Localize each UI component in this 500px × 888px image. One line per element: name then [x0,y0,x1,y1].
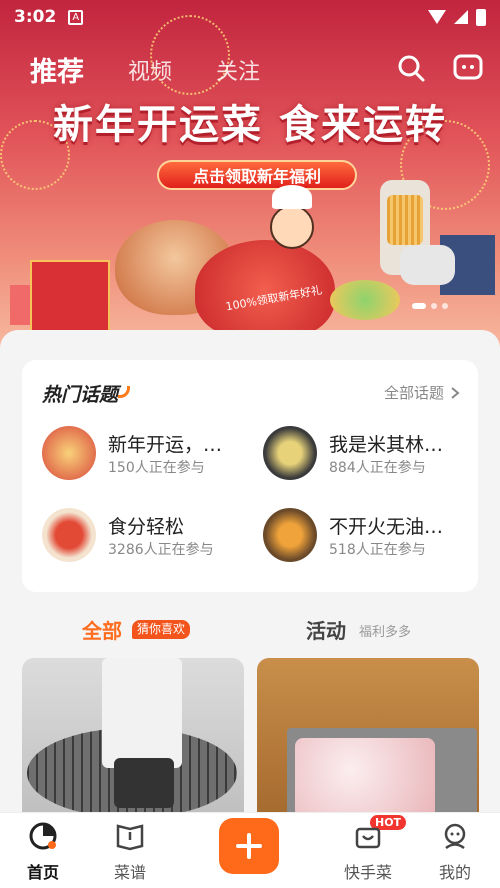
topic-name: 不开火无油… [329,516,444,538]
topic-count: 518人正在参与 [329,542,426,558]
hot-topics-card: 热门话题 全部话题 新年开运，… 150人正在参与 我是米其林… 884人正在参… [22,360,478,592]
nav-quick-dishes-label: 快手菜 [343,863,392,882]
tab-recommend[interactable]: 推荐 [30,50,84,89]
hot-topics-title-text: 热门话题 [42,384,119,406]
nav-quick-dishes[interactable]: 快手菜 [338,821,398,883]
feed-card[interactable] [22,658,244,818]
carousel-dot [442,303,448,309]
appliance-image [102,658,182,768]
wifi-icon [428,10,446,24]
food-image [295,738,435,818]
recipe-book-icon [116,824,144,851]
topic-thumbnail [263,426,317,480]
topic-count: 3286人正在参与 [108,542,214,558]
status-time: 3:02 [14,7,57,27]
topic-item[interactable]: 不开火无油… 518人正在参与 [263,508,473,564]
chevron-right-icon [451,386,460,399]
tab-follow[interactable]: 关注 [216,54,260,86]
guess-you-like-badge: 猜你喜欢 [132,620,191,639]
topic-name: 食分轻松 [108,516,185,538]
mixer-image [400,245,455,285]
bottom-nav: 首页 菜谱 HOT 快手菜 我的 [0,812,500,888]
notification-icon: A [68,9,84,25]
battery-icon [476,8,486,26]
new-year-banner[interactable]: 3:02 A 推荐 视频 关注 新年开运菜 食来运转 点击领取新年福利 100%… [0,0,500,350]
message-icon[interactable] [452,53,484,87]
add-button[interactable] [219,818,279,874]
nav-profile[interactable]: 我的 [425,821,485,883]
food-illustration: 100%领取新年好礼 [0,180,500,340]
nav-home-label: 首页 [26,863,59,882]
content-sheet: 热门话题 全部话题 新年开运，… 150人正在参与 我是米其林… 884人正在参… [0,330,500,830]
all-topics-label: 全部话题 [383,384,444,402]
top-nav: 推荐 视频 关注 [30,50,484,89]
topic-thumbnail [42,426,96,480]
tab-activity[interactable]: 活动 [306,615,346,644]
carousel-dot [431,303,437,309]
carousel-dot [412,303,426,309]
search-icon[interactable] [396,53,426,87]
chef-hat [272,185,312,209]
appliance-base [114,758,174,808]
topic-thumbnail [263,508,317,562]
topic-count: 884人正在参与 [329,460,426,476]
signal-icon [454,10,468,24]
profile-icon [444,823,466,850]
tab-all[interactable]: 全部 [82,615,122,644]
nav-profile-label: 我的 [438,863,471,882]
carousel-dots [412,303,448,309]
feed-tabs: 全部 猜你喜欢 活动 福利多多 [0,613,500,643]
all-topics-link[interactable]: 全部话题 [384,382,460,403]
feed-card[interactable] [257,658,479,818]
topic-item[interactable]: 食分轻松 3286人正在参与 [42,508,252,564]
plus-icon [236,833,262,859]
nav-recipes-label: 菜谱 [113,863,146,882]
salad-bowl [330,280,400,320]
hot-topics-title: 热门话题 [42,380,131,407]
nav-home[interactable]: 首页 [13,821,73,883]
topic-item[interactable]: 我是米其林… 884人正在参与 [263,426,473,482]
gift-box [30,260,110,335]
home-icon [29,822,57,850]
quick-dish-icon [355,827,381,849]
banner-headline: 新年开运菜 食来运转 [53,102,447,148]
topic-count: 150人正在参与 [108,460,205,476]
title-deco-icon [118,386,131,398]
topic-name: 我是米其林… [329,434,444,456]
status-bar: 3:02 A [0,0,500,34]
appliance-window [387,195,423,245]
tab-video[interactable]: 视频 [128,54,172,86]
nav-recipes[interactable]: 菜谱 [100,821,160,883]
topic-thumbnail [42,508,96,562]
chef-mascot [270,205,314,249]
topic-name: 新年开运，… [108,434,223,456]
topic-item[interactable]: 新年开运，… 150人正在参与 [42,426,252,482]
activity-subtitle: 福利多多 [359,625,412,640]
claim-welfare-button[interactable]: 点击领取新年福利 [157,160,357,190]
